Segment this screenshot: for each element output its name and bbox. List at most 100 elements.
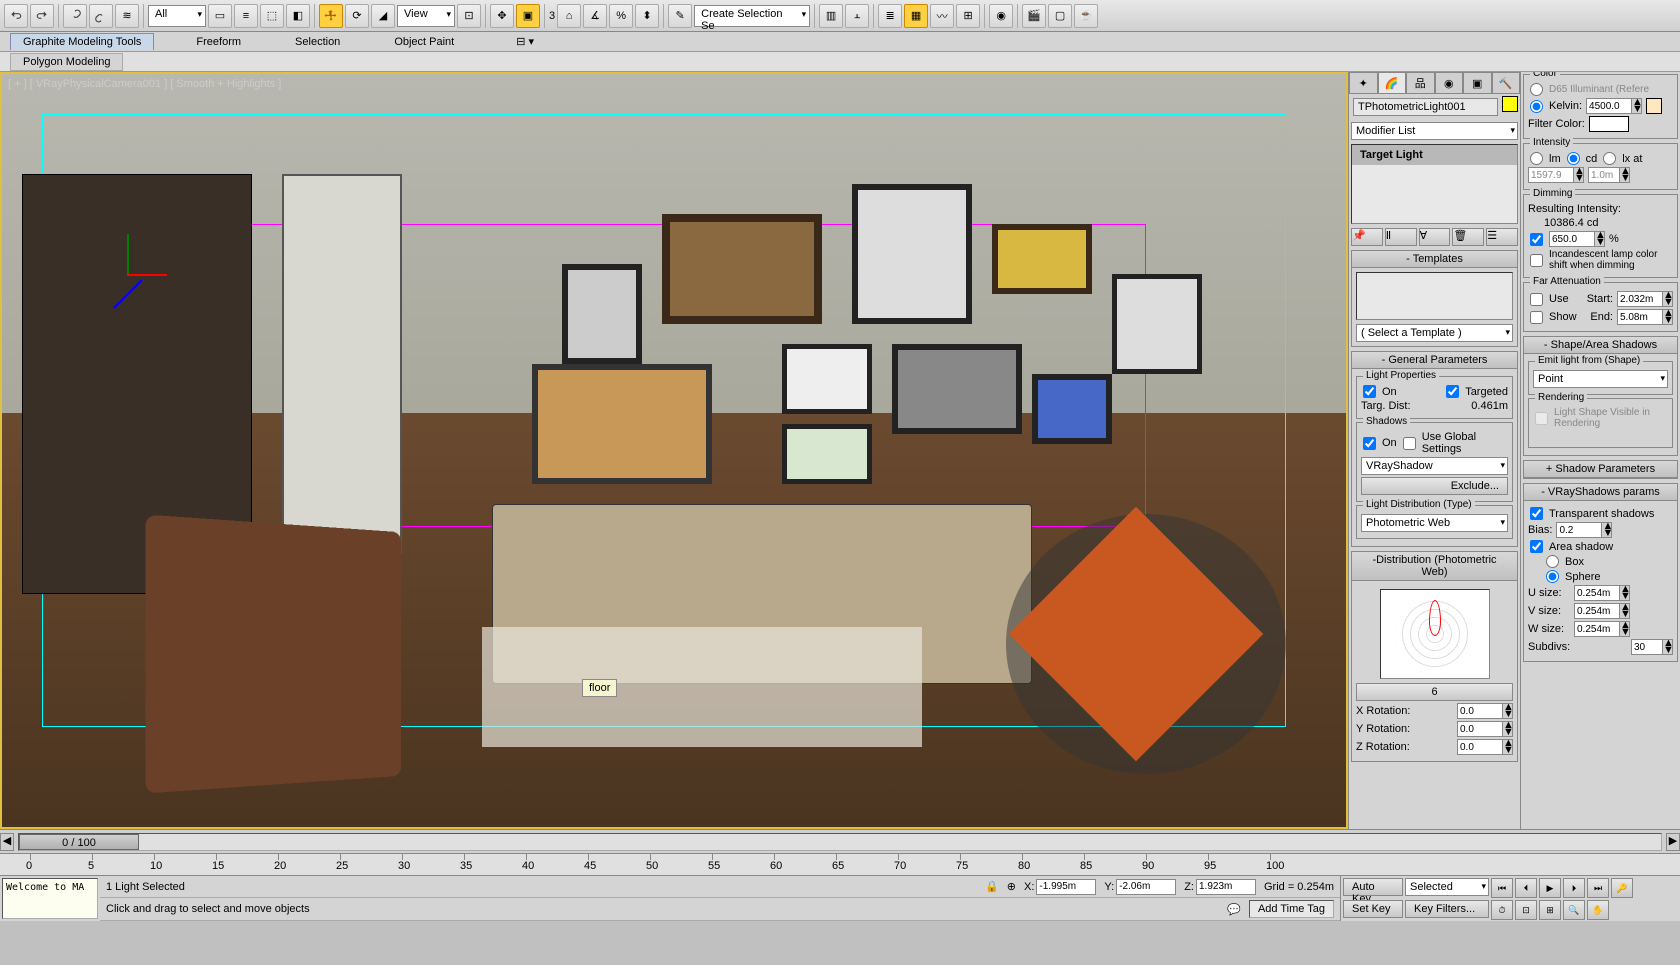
ref-coord-dropdown[interactable]: View	[397, 5, 455, 27]
select-manipulate-button[interactable]: ✥	[490, 4, 514, 28]
auto-key-button[interactable]: Auto Key	[1343, 878, 1403, 896]
viewport-label[interactable]: [ + ] [ VRayPhysicalCamera001 ] [ Smooth…	[8, 78, 281, 90]
utilities-tab-icon[interactable]: 🔨	[1492, 72, 1521, 94]
comm-center-icon[interactable]: 💬	[1227, 903, 1241, 916]
render-setup-button[interactable]: 🎬	[1022, 4, 1046, 28]
dimming-pct-spinner[interactable]: ▲▼	[1549, 231, 1605, 247]
lock-icon[interactable]: 🔒	[985, 880, 999, 893]
d65-radio[interactable]	[1530, 83, 1543, 96]
time-config-button[interactable]: ⏱	[1491, 900, 1513, 920]
play-button[interactable]: ▶	[1539, 878, 1561, 898]
coord-display-icon[interactable]: ⊕	[1007, 880, 1016, 893]
show-end-result-button[interactable]: Ⅱ	[1385, 228, 1417, 246]
object-color-swatch[interactable]	[1502, 96, 1518, 112]
cd-radio[interactable]	[1567, 152, 1580, 165]
templates-header[interactable]: - Templates	[1352, 251, 1517, 268]
lm-radio[interactable]	[1530, 152, 1543, 165]
general-params-header[interactable]: - General Parameters	[1352, 352, 1517, 369]
exclude-button[interactable]: Exclude...	[1361, 477, 1508, 495]
curve-editor-button[interactable]: 〰	[930, 4, 954, 28]
polygon-modeling-panel[interactable]: Polygon Modeling	[10, 53, 123, 71]
select-rotate-button[interactable]: ⟳	[345, 4, 369, 28]
layer-manager-button[interactable]: ≣	[878, 4, 902, 28]
shadow-type-dropdown[interactable]: VRayShadow	[1361, 457, 1508, 475]
percent-snap-button[interactable]: %	[609, 4, 633, 28]
modifier-list-dropdown[interactable]: Modifier List	[1351, 122, 1518, 140]
z-rotation-spinner[interactable]: ▲▼	[1457, 739, 1513, 755]
nav-2[interactable]: ⊞	[1539, 900, 1561, 920]
angle-snap-button[interactable]: ∡	[583, 4, 607, 28]
use-pivot-center-button[interactable]: ⊡	[457, 4, 481, 28]
ies-preview[interactable]	[1380, 589, 1490, 679]
x-rotation-spinner[interactable]: ▲▼	[1457, 703, 1513, 719]
configure-sets-button[interactable]: ☰	[1486, 228, 1518, 246]
vsize-spinner[interactable]: ▲▼	[1574, 603, 1630, 619]
intensity-spinner[interactable]: ▲▼	[1528, 167, 1584, 183]
select-scale-button[interactable]: ◢	[371, 4, 395, 28]
tab-graphite[interactable]: Graphite Modeling Tools	[10, 33, 154, 50]
unlink-button[interactable]	[89, 4, 113, 28]
selection-filter-dropdown[interactable]: All	[148, 5, 206, 27]
filter-color-swatch[interactable]	[1589, 116, 1629, 132]
remove-modifier-button[interactable]: 🗑	[1452, 228, 1484, 246]
y-rotation-spinner[interactable]: ▲▼	[1457, 721, 1513, 737]
time-ruler[interactable]: 0510152025303540455055606570758085909510…	[0, 853, 1680, 875]
kelvin-color-swatch[interactable]	[1646, 98, 1662, 114]
select-move-button[interactable]	[319, 4, 343, 28]
sphere-radio[interactable]	[1546, 570, 1559, 583]
make-unique-button[interactable]: ∀	[1419, 228, 1451, 246]
undo-button[interactable]	[4, 4, 28, 28]
time-slider-thumb[interactable]: 0 / 100	[19, 834, 139, 850]
set-key-button[interactable]: Set Key	[1343, 900, 1403, 918]
goto-start-button[interactable]: ⏮	[1491, 878, 1513, 898]
snap-toggle-button[interactable]: ⌂	[557, 4, 581, 28]
targeted-checkbox[interactable]	[1446, 385, 1459, 398]
subdivs-spinner[interactable]: ▲▼	[1631, 639, 1673, 655]
light-on-checkbox[interactable]	[1363, 385, 1376, 398]
kelvin-radio[interactable]	[1530, 100, 1543, 113]
atten-end-spinner[interactable]: ▲▼	[1617, 309, 1673, 325]
viewport[interactable]: [ + ] [ VRayPhysicalCamera001 ] [ Smooth…	[0, 72, 1348, 829]
schematic-view-button[interactable]: ⊞	[956, 4, 980, 28]
key-mode-dropdown[interactable]: Selected	[1405, 878, 1489, 896]
object-name-field[interactable]: TPhotometricLight001	[1353, 98, 1498, 116]
nav-4[interactable]: ✋	[1587, 900, 1609, 920]
atten-start-spinner[interactable]: ▲▼	[1617, 291, 1673, 307]
modify-tab-icon[interactable]: 🌈	[1378, 72, 1407, 94]
redo-button[interactable]	[30, 4, 54, 28]
motion-tab-icon[interactable]: ◉	[1435, 72, 1464, 94]
use-atten-checkbox[interactable]	[1530, 293, 1543, 306]
material-editor-button[interactable]: ◉	[989, 4, 1013, 28]
next-frame-button[interactable]: ⏵	[1563, 878, 1585, 898]
shadows-on-checkbox[interactable]	[1363, 437, 1376, 450]
pin-stack-button[interactable]: 📌	[1351, 228, 1383, 246]
select-rect-button[interactable]: ⬚	[260, 4, 284, 28]
window-crossing-button[interactable]: ◧	[286, 4, 310, 28]
prev-frame-button[interactable]: ⏴	[1515, 878, 1537, 898]
shape-area-header[interactable]: - Shape/Area Shadows	[1524, 337, 1677, 354]
select-object-button[interactable]: ▭	[208, 4, 232, 28]
maxscript-listener[interactable]: Welcome to MA	[2, 878, 98, 919]
stack-item-target-light[interactable]: Target Light	[1352, 145, 1517, 165]
spinner-snap-button[interactable]: ⬍	[635, 4, 659, 28]
intensity-dist-spinner[interactable]: ▲▼	[1588, 167, 1630, 183]
edit-named-sel-button[interactable]: ✎	[668, 4, 692, 28]
box-radio[interactable]	[1546, 555, 1559, 568]
timeline-scroll-left[interactable]: ◀	[0, 833, 14, 851]
mirror-button[interactable]: ▥	[819, 4, 843, 28]
nav-1[interactable]: ⊡	[1515, 900, 1537, 920]
area-shadow-checkbox[interactable]	[1530, 540, 1543, 553]
use-global-checkbox[interactable]	[1403, 437, 1416, 450]
shape-dropdown[interactable]: Point	[1533, 370, 1668, 388]
modifier-stack[interactable]: Target Light	[1351, 144, 1518, 224]
distribution-header[interactable]: -Distribution (Photometric Web)	[1352, 552, 1517, 581]
y-coord-input[interactable]	[1116, 879, 1176, 895]
align-button[interactable]: ⫠	[845, 4, 869, 28]
tab-selection[interactable]: Selection	[283, 34, 352, 50]
display-tab-icon[interactable]: ▣	[1463, 72, 1492, 94]
x-coord-input[interactable]	[1036, 879, 1096, 895]
lxat-radio[interactable]	[1603, 152, 1616, 165]
nav-3[interactable]: 🔍	[1563, 900, 1585, 920]
ies-file-button[interactable]: 6	[1356, 683, 1513, 701]
key-mode-toggle[interactable]: 🔑	[1611, 878, 1633, 898]
